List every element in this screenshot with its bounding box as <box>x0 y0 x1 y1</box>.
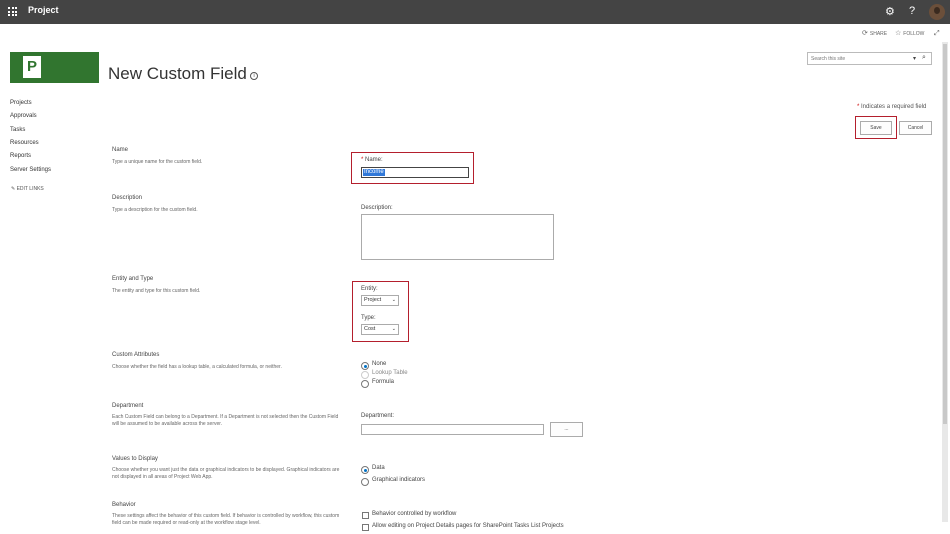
department-browse-button[interactable]: ... <box>550 422 583 437</box>
edit-links-button[interactable]: ✎ EDIT LINKS <box>11 186 44 192</box>
gear-icon[interactable]: ⚙ <box>885 5 897 18</box>
nav-item-resources[interactable]: Resources <box>10 140 39 146</box>
checkbox-behavior-workflow-label: Behavior controlled by workflow <box>372 511 457 517</box>
custom-attributes-title: Custom Attributes <box>112 352 160 358</box>
entity-section-desc: The entity and type for this custom fiel… <box>112 288 201 294</box>
nav-item-tasks[interactable]: Tasks <box>10 127 25 133</box>
values-display-title: Values to Display <box>112 456 158 462</box>
focus-content-icon[interactable]: ⤢ <box>934 30 940 38</box>
pencil-icon: ✎ <box>11 186 16 192</box>
type-label: Type: <box>361 315 376 321</box>
radio-formula[interactable] <box>361 380 369 388</box>
description-section-desc: Type a description for the custom field. <box>112 207 198 213</box>
behavior-desc: These settings affect the behavior of th… <box>112 513 340 526</box>
app-launcher-icon[interactable] <box>8 7 17 16</box>
entity-select-value: Project <box>364 297 382 303</box>
type-select-value: Cost <box>364 326 376 332</box>
search-icon[interactable]: ⌕ <box>922 54 926 62</box>
radio-graphical-indicators-label: Graphical indicators <box>372 477 426 483</box>
department-input[interactable] <box>361 424 544 435</box>
search-placeholder: Search this site <box>811 56 846 62</box>
required-note-text: Indicates a required field <box>861 104 927 110</box>
avatar[interactable] <box>929 4 945 20</box>
required-note: * Indicates a required field <box>857 104 926 110</box>
radio-graphical-indicators[interactable] <box>361 478 369 486</box>
behavior-title: Behavior <box>112 502 136 508</box>
name-label-text: Name: <box>365 157 383 163</box>
entity-section-title: Entity and Type <box>112 276 154 282</box>
required-star: * <box>361 157 364 163</box>
search-box[interactable]: Search this site ▾ ⌕ <box>807 52 932 65</box>
radio-data[interactable] <box>361 466 369 474</box>
name-input[interactable]: Income <box>361 167 469 178</box>
checkbox-allow-editing-label: Allow editing on Project Details pages f… <box>372 523 564 529</box>
checkbox-behavior-workflow[interactable] <box>362 512 369 519</box>
share-label: SHARE <box>869 31 888 37</box>
custom-attributes-desc: Choose whether the field has a lookup ta… <box>112 364 282 370</box>
department-desc: Each Custom Field can belong to a Depart… <box>112 414 339 427</box>
name-input-value: Income <box>363 169 385 176</box>
department-title: Department <box>112 403 144 409</box>
radio-lookup-table-label: Lookup Table <box>372 370 408 376</box>
radio-none-label: None <box>372 361 387 367</box>
project-logo-icon: P <box>23 56 41 78</box>
share-button[interactable]: ⟳ SHARE <box>862 29 887 41</box>
edit-links-label: EDIT LINKS <box>16 186 44 192</box>
nav-item-server-settings[interactable]: Server Settings <box>10 167 51 173</box>
radio-data-label: Data <box>372 465 385 471</box>
chevron-down-icon: ⌄ <box>391 297 396 303</box>
department-label: Department: <box>361 413 395 419</box>
type-select[interactable]: Cost ⌄ <box>361 324 399 335</box>
entity-select[interactable]: Project ⌄ <box>361 295 399 306</box>
info-icon[interactable]: i <box>250 72 258 80</box>
name-section-title: Name <box>112 147 129 153</box>
nav-item-projects[interactable]: Projects <box>10 100 32 106</box>
cancel-button[interactable]: Cancel <box>899 121 932 135</box>
description-textarea[interactable] <box>361 214 554 260</box>
save-button[interactable]: Save <box>860 121 892 135</box>
star-icon: ☆ <box>895 30 902 37</box>
follow-button[interactable]: ☆ FOLLOW <box>895 29 924 41</box>
chevron-down-icon[interactable]: ▾ <box>913 55 916 62</box>
description-section-title: Description <box>112 195 143 201</box>
app-name[interactable]: Project <box>28 5 59 15</box>
page-title: New Custom Field <box>108 64 247 83</box>
name-section-desc: Type a unique name for the custom field. <box>112 159 203 165</box>
radio-none[interactable] <box>361 362 369 370</box>
scrollbar-thumb[interactable] <box>943 44 947 424</box>
follow-label: FOLLOW <box>903 31 925 37</box>
description-label: Description: <box>361 205 393 211</box>
nav-item-reports[interactable]: Reports <box>10 153 31 159</box>
required-star: * <box>857 104 860 110</box>
radio-lookup-table[interactable] <box>361 371 369 379</box>
help-icon[interactable]: ? <box>909 5 915 17</box>
share-icon: ⟳ <box>862 30 868 37</box>
values-display-desc: Choose whether you want just the data or… <box>112 467 340 480</box>
site-logo[interactable]: P <box>10 52 99 83</box>
suite-bar: Project ⚙ ? <box>0 0 950 24</box>
chevron-down-icon: ⌄ <box>391 326 396 332</box>
entity-label: Entity: <box>361 286 378 292</box>
nav-item-approvals[interactable]: Approvals <box>10 113 37 119</box>
name-label: * Name: <box>361 157 383 163</box>
checkbox-allow-editing[interactable] <box>362 524 369 531</box>
radio-formula-label: Formula <box>372 379 395 385</box>
